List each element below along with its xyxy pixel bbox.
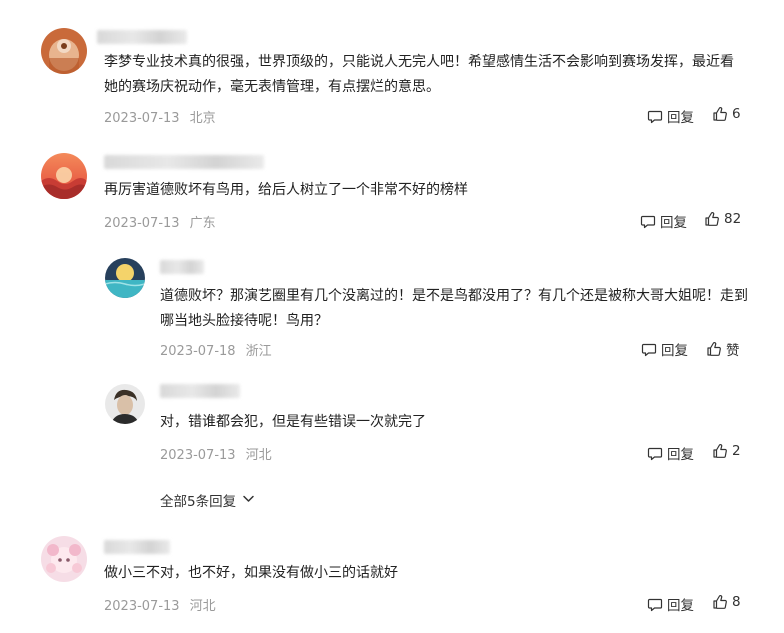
username-blurred [160, 384, 240, 398]
reply-button[interactable]: 回复 [641, 339, 688, 359]
avatar[interactable] [41, 536, 87, 582]
avatar[interactable] [105, 258, 145, 298]
comment-meta: 2023-07-13 广东 [104, 212, 216, 231]
avatar[interactable] [105, 384, 145, 424]
comment-location: 河北 [189, 599, 216, 614]
comment-location: 广东 [189, 216, 216, 231]
reply-location: 浙江 [245, 344, 272, 359]
like-count: 2 [732, 443, 741, 459]
comment-text: 做小三不对，也不好，如果没有做小三的话就好 [104, 565, 398, 581]
reply-label: 回复 [667, 447, 694, 463]
username-blurred [160, 260, 204, 274]
like-label: 赞 [726, 343, 740, 359]
view-all-replies-label: 全部5条回复 [160, 494, 237, 510]
reply-location: 河北 [245, 448, 272, 463]
comment-location: 北京 [189, 111, 216, 126]
username-blurred [104, 540, 170, 554]
avatar[interactable] [41, 153, 87, 199]
like-count: 82 [724, 211, 742, 227]
like-button[interactable]: 8 [712, 594, 741, 610]
thumbs-up-icon [712, 106, 728, 122]
comment-meta: 2023-07-13 河北 [104, 595, 216, 614]
reply-button[interactable]: 回复 [647, 594, 694, 614]
thumbs-up-icon [712, 443, 728, 459]
reply-date: 2023-07-13 [160, 448, 236, 463]
chevron-down-icon [242, 492, 255, 509]
username-blurred [104, 155, 264, 169]
reply-button[interactable]: 回复 [640, 211, 687, 231]
reply-text: 对，错谁都会犯，但是有些错误一次就完了 [160, 414, 426, 430]
thumbs-up-icon [706, 341, 722, 357]
comment-text: 李梦专业技术真的很强，世界顶级的，只能说人无完人吧！希望感情生活不会影响到赛场发… [104, 54, 734, 95]
like-count: 6 [732, 106, 741, 122]
reply-text: 道德败坏？那演艺圈里有几个没离过的！是不是鸟都没用了？有几个还是被称大哥大姐呢！… [160, 288, 748, 329]
like-button[interactable]: 82 [704, 211, 741, 227]
like-count: 8 [732, 594, 741, 610]
reply-meta: 2023-07-18 浙江 [160, 340, 272, 359]
reply-date: 2023-07-18 [160, 344, 236, 359]
comment-bubble-icon [641, 341, 657, 357]
comment-bubble-icon [647, 445, 663, 461]
comment-bubble-icon [647, 596, 663, 612]
avatar[interactable] [41, 28, 87, 74]
reply-label: 回复 [667, 110, 694, 126]
reply-button[interactable]: 回复 [647, 106, 694, 126]
comment-date: 2023-07-13 [104, 599, 180, 614]
reply-meta: 2023-07-13 河北 [160, 444, 272, 463]
comment-date: 2023-07-13 [104, 111, 180, 126]
comment-text: 再厉害道德败坏有鸟用，给后人树立了一个非常不好的榜样 [104, 182, 468, 198]
like-button[interactable]: 2 [712, 443, 741, 459]
comment-bubble-icon [640, 213, 656, 229]
comment-bubble-icon [647, 108, 663, 124]
thumbs-up-icon [712, 594, 728, 610]
comment-date: 2023-07-13 [104, 216, 180, 231]
like-button[interactable]: 赞 [706, 339, 740, 359]
comment-meta: 2023-07-13 北京 [104, 107, 216, 126]
username-blurred [97, 30, 187, 44]
reply-button[interactable]: 回复 [647, 443, 694, 463]
reply-label: 回复 [667, 598, 694, 614]
reply-label: 回复 [660, 215, 687, 231]
like-button[interactable]: 6 [712, 106, 741, 122]
thumbs-up-icon [704, 211, 720, 227]
view-all-replies-button[interactable]: 全部5条回复 [160, 490, 255, 510]
reply-label: 回复 [661, 343, 688, 359]
